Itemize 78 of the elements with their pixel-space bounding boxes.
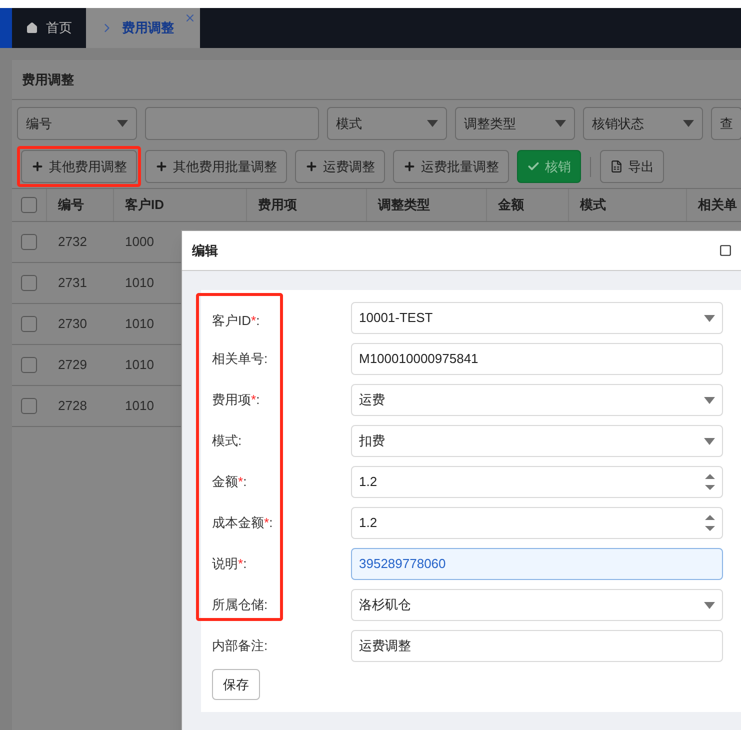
column-header: 调整类型 xyxy=(366,189,486,221)
caret-icon xyxy=(683,120,694,127)
column-header: 金额 xyxy=(486,189,568,221)
search-field[interactable] xyxy=(145,107,319,140)
filter-select[interactable]: 编号 xyxy=(17,107,137,140)
checkbox[interactable] xyxy=(21,316,37,332)
table-cell: 1010 xyxy=(125,275,154,290)
dialog-title: 编辑 xyxy=(192,242,218,260)
toolbar-button[interactable]: 其他费用调整 xyxy=(21,150,137,183)
table-cell: 2731 xyxy=(58,275,87,290)
checkbox[interactable] xyxy=(21,275,37,291)
filter-select[interactable]: 模式 xyxy=(327,107,447,140)
plus-icon xyxy=(305,160,318,173)
field-label: 内部备注: xyxy=(212,637,268,656)
home-icon xyxy=(26,22,38,34)
filter-select[interactable]: 调整类型 xyxy=(455,107,575,140)
column-header: 客户ID xyxy=(113,189,246,221)
spreadsheet-icon xyxy=(610,160,623,173)
field-label: 模式: xyxy=(212,432,242,450)
field-label: 说明*: xyxy=(212,555,247,574)
column-header: 编号 xyxy=(46,189,113,221)
input-field[interactable]: M100010000975841 xyxy=(351,343,723,375)
table-cell: 1010 xyxy=(125,398,154,414)
tab[interactable]: 费用调整 xyxy=(86,8,200,48)
caret-icon xyxy=(427,120,438,127)
select-field[interactable]: 扣费 xyxy=(351,425,723,457)
caret-icon xyxy=(704,314,715,322)
close-icon[interactable] xyxy=(184,12,196,24)
caret-icon xyxy=(555,120,566,127)
spinner-icon xyxy=(705,514,715,532)
field-label: 费用项*: xyxy=(212,391,260,410)
column-header: 费用项 xyxy=(246,189,366,221)
save-button[interactable]: 保存 xyxy=(212,669,260,700)
tab[interactable]: 首页 xyxy=(12,8,86,48)
field-label: 相关单号: xyxy=(212,350,268,368)
caret-icon xyxy=(704,396,715,404)
table-cell: 2729 xyxy=(58,357,87,372)
caret-icon xyxy=(704,602,715,608)
check-icon xyxy=(527,160,540,173)
table-cell: 2732 xyxy=(58,234,87,250)
field-label: 成本金额*: xyxy=(212,514,273,532)
field-label: 金额*: xyxy=(212,473,247,492)
filter-select[interactable]: 核销状态 xyxy=(583,107,703,140)
table-cell: 2730 xyxy=(58,316,87,332)
input-field[interactable]: 395289778060 xyxy=(351,548,723,580)
plus-icon xyxy=(31,160,44,173)
select-field[interactable]: 运费 xyxy=(351,384,723,416)
caret-icon xyxy=(117,120,128,127)
logo-block xyxy=(0,8,12,48)
checkbox[interactable] xyxy=(21,197,37,213)
plus-icon xyxy=(155,160,168,173)
table-cell: 2728 xyxy=(58,398,87,414)
plus-icon xyxy=(403,160,416,173)
column-header: 相关单 xyxy=(686,189,741,221)
input-field[interactable]: 1.2 xyxy=(351,507,723,539)
checkbox[interactable] xyxy=(21,234,37,250)
field-label: 客户ID*: xyxy=(212,312,260,330)
table-cell: 1010 xyxy=(125,316,154,332)
panel-title: 费用调整 xyxy=(22,70,74,89)
search-button[interactable]: 查 xyxy=(711,107,741,140)
toolbar-button[interactable]: 运费调整 xyxy=(295,150,385,183)
field-label: 所属仓储: xyxy=(212,596,268,614)
toolbar-button[interactable]: 运费批量调整 xyxy=(393,150,509,183)
toolbar-button[interactable]: 导出 xyxy=(600,150,664,183)
checkbox[interactable] xyxy=(21,398,37,414)
input-field[interactable]: 1.2 xyxy=(351,466,723,498)
spinner-icon xyxy=(705,473,715,491)
toolbar-button[interactable]: 核销 xyxy=(517,150,581,183)
select-field[interactable]: 洛杉矶仓 xyxy=(351,589,723,621)
table-cell: 1000 xyxy=(125,234,154,250)
table-cell: 1010 xyxy=(125,357,154,372)
input-field[interactable]: 运费调整 xyxy=(351,630,723,662)
checkbox[interactable] xyxy=(21,357,37,373)
caret-icon xyxy=(704,438,715,444)
select-field[interactable]: 10001-TEST xyxy=(351,302,723,334)
toolbar-button[interactable]: 其他费用批量调整 xyxy=(145,150,287,183)
column-header: 模式 xyxy=(568,189,686,221)
maximize-icon[interactable] xyxy=(719,244,732,257)
